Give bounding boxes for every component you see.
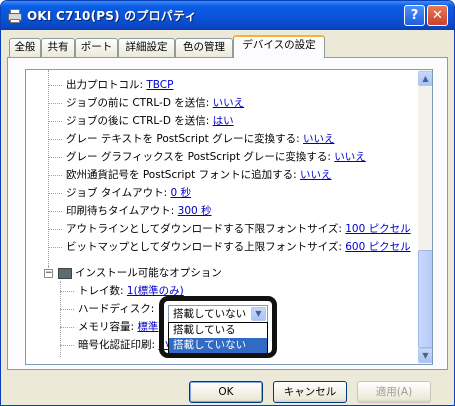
tab-general[interactable]: 全般 [9,38,41,57]
help-icon: ? [410,8,419,23]
folder-icon [58,267,72,279]
scroll-up-button[interactable]: ▲ [418,71,432,86]
vertical-scrollbar[interactable]: ▲ ▼ [418,70,432,364]
window-title: OKI C710(PS) のプロパティ [27,9,197,23]
tab-sharing[interactable]: 共有 [41,38,75,57]
help-button[interactable]: ? [404,5,425,26]
tree-item[interactable]: アウトラインとしてダウンロードする下限フォントサイズ: 100 ピクセル [48,221,411,237]
tree-item[interactable]: ハードディスク: [60,301,154,317]
tab-strip: 全般 共有 ポート 詳細設定 色の管理 デバイスの設定 [7,35,448,58]
tree-item[interactable]: ジョブの前に CTRL-D を送信: いいえ [48,95,244,111]
scroll-down-button[interactable]: ▼ [418,348,432,363]
tab-color-management[interactable]: 色の管理 [175,38,233,57]
apply-button[interactable]: 適用(A) [357,381,431,403]
close-button[interactable]: ✕ [427,5,448,26]
tab-ports[interactable]: ポート [75,38,118,57]
tree-item[interactable]: ビットマップとしてダウンロードする上限フォントサイズ: 600 ピクセル [48,239,411,255]
arrow-down-icon: ▼ [422,351,429,360]
ok-button[interactable]: OK [189,381,263,403]
tree-group-installable-options[interactable]: インストール可能なオプション [58,265,222,281]
tree-item[interactable]: 出力プロトコル: TBCP [48,77,173,93]
tab-device-settings[interactable]: デバイスの設定 [233,35,325,58]
collapse-toggle[interactable]: − [44,269,53,278]
cancel-button[interactable]: キャンセル [273,381,347,403]
tree-item[interactable]: 印刷待ちタイムアウト: 300 秒 [48,203,212,219]
title-bar[interactable]: OKI C710(PS) のプロパティ ? ✕ [1,1,454,30]
tab-advanced[interactable]: 詳細設定 [118,38,175,57]
emphasis-outline [159,296,277,358]
scroll-thumb[interactable] [418,250,432,348]
properties-dialog: OKI C710(PS) のプロパティ ? ✕ 全般 共有 ポート 詳細設定 色… [0,0,455,406]
tree-item[interactable]: ジョブ タイムアウト: 0 秒 [48,185,191,201]
close-icon: ✕ [432,8,443,23]
arrow-up-icon: ▲ [422,74,429,83]
tree-item[interactable]: ジョブの後に CTRL-D を送信: はい [48,113,234,129]
tree-item[interactable]: グレー グラフィックスを PostScript グレーに変換する: いいえ [48,149,366,165]
tree-item[interactable]: 欧州通貨記号を PostScript フォントに追加する: いいえ [48,167,331,183]
printer-icon [7,8,23,24]
tree-item[interactable]: グレー テキストを PostScript グレーに変換する: いいえ [48,131,335,147]
tree-item[interactable]: メモリ容量: 標準 [60,319,158,335]
